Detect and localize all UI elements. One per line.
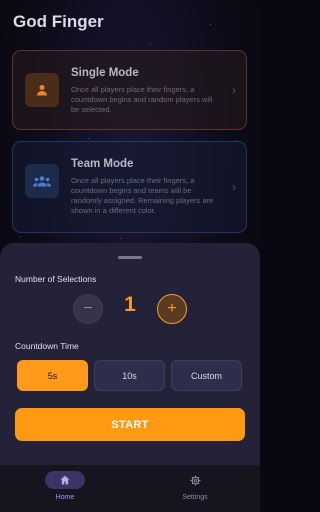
nav-label-settings: Settings bbox=[182, 494, 208, 501]
nav-item-settings[interactable]: Settings bbox=[165, 471, 225, 501]
increment-button[interactable]: + bbox=[157, 294, 187, 324]
home-icon bbox=[45, 471, 85, 489]
countdown-option-5s[interactable]: 5s bbox=[17, 360, 88, 391]
team-mode-description: Once all players place their fingers, a … bbox=[71, 176, 214, 215]
sheet-drag-handle[interactable] bbox=[118, 256, 142, 259]
decrement-button[interactable]: − bbox=[73, 294, 103, 324]
chevron-right-icon: › bbox=[232, 83, 236, 97]
team-mode-card[interactable]: Team Mode Once all players place their f… bbox=[12, 141, 247, 233]
group-icon bbox=[25, 164, 59, 198]
countdown-option-custom[interactable]: Custom bbox=[171, 360, 242, 391]
app-title: God Finger bbox=[13, 12, 104, 31]
countdown-label: Countdown Time bbox=[15, 341, 79, 351]
selection-count: 1 bbox=[124, 293, 136, 316]
countdown-option-10s[interactable]: 10s bbox=[94, 360, 165, 391]
bottom-navigation: Home Settings bbox=[0, 465, 260, 512]
person-icon bbox=[25, 73, 59, 107]
single-mode-description: Once all players place their fingers, a … bbox=[71, 85, 213, 114]
selections-label: Number of Selections bbox=[15, 274, 97, 284]
nav-item-home[interactable]: Home bbox=[35, 471, 95, 501]
nav-label-home: Home bbox=[55, 494, 75, 501]
single-mode-card[interactable]: Single Mode Once all players place their… bbox=[12, 50, 247, 130]
single-mode-title: Single Mode bbox=[71, 67, 139, 79]
team-mode-title: Team Mode bbox=[71, 158, 134, 170]
settings-bottom-sheet: Number of Selections − 1 + Countdown Tim… bbox=[0, 243, 260, 465]
gear-icon bbox=[175, 471, 215, 489]
start-button[interactable]: START bbox=[15, 408, 245, 441]
chevron-right-icon: › bbox=[232, 180, 236, 194]
